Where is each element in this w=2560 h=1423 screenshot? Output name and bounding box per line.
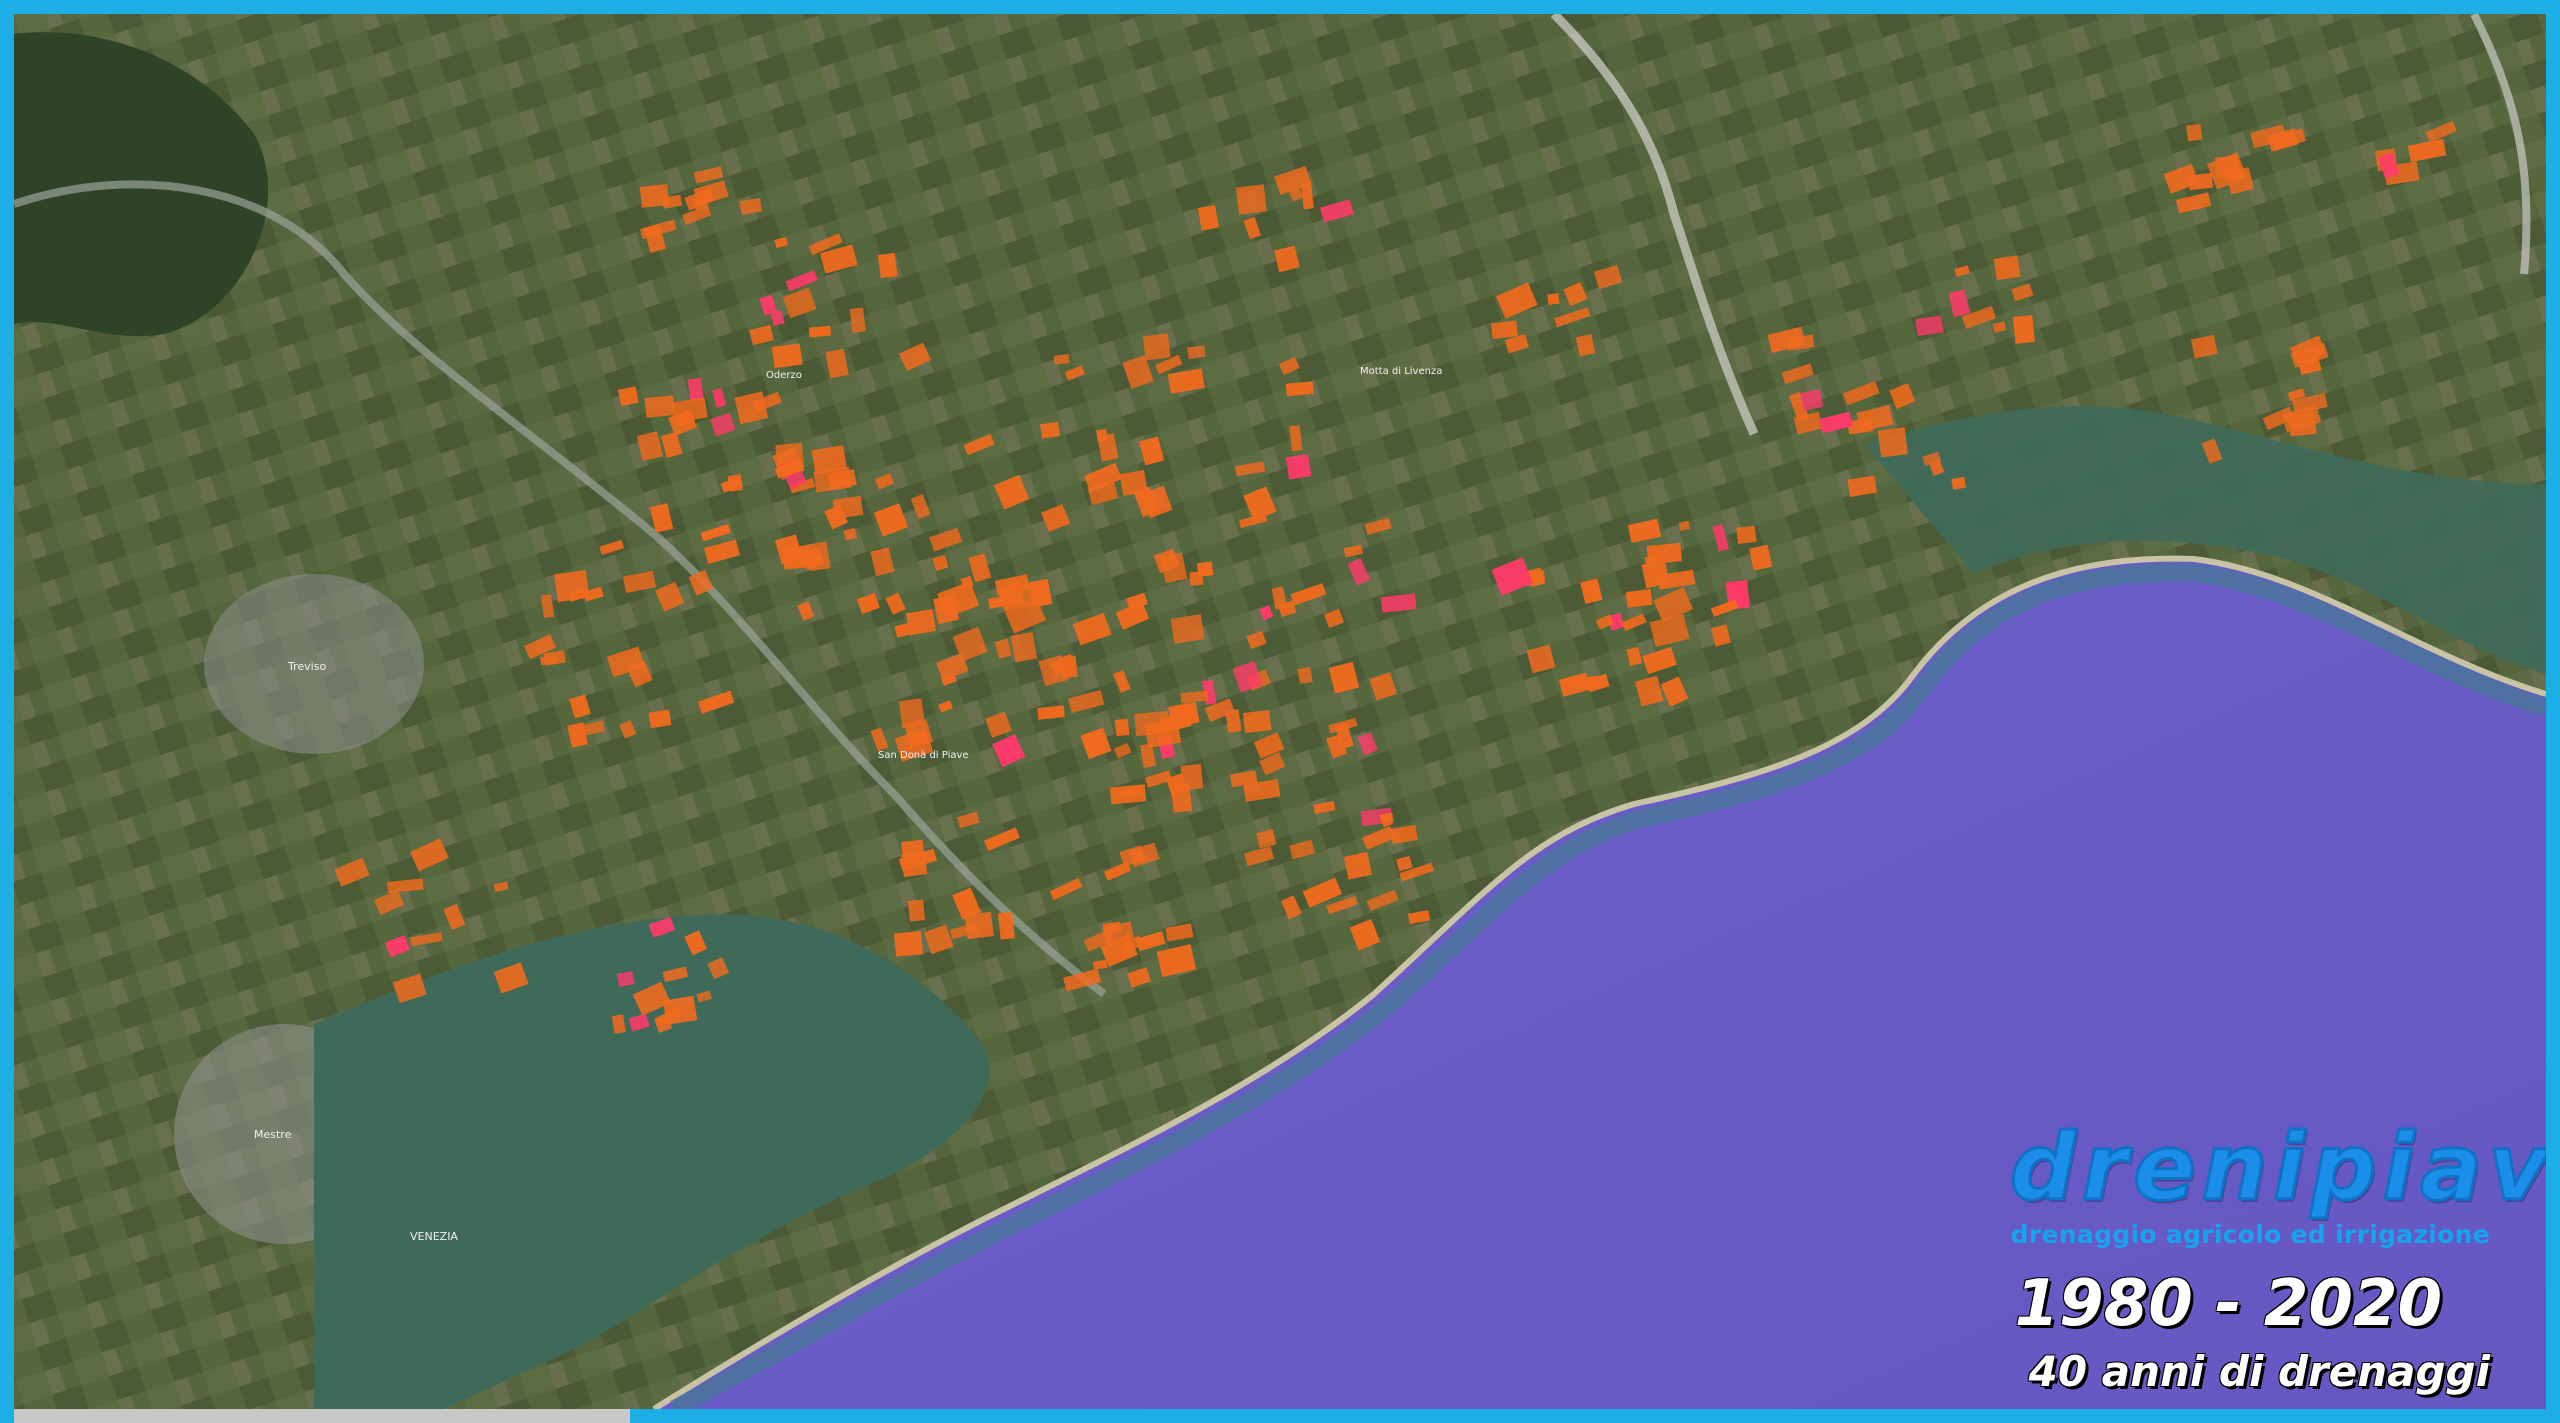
drainage-area-patch [908,899,925,922]
drainage-area-patch [1343,851,1373,880]
drainage-area-patch [808,325,832,338]
place-label-mestre: Mestre [254,1128,292,1141]
drainage-area-patch [1096,428,1108,442]
place-label-san-dona: San Donà di Piave [878,749,969,761]
drainage-area-patch [1119,470,1148,496]
drainage-area-patch [906,608,937,636]
drainage-area-patch [1039,421,1061,439]
drainage-area-patch [1114,718,1130,737]
drainage-area-patch [1170,614,1205,644]
drainage-area-patch [2012,315,2035,344]
place-label-venezia: VENEZIA [410,1230,458,1243]
drainage-area-patch [771,343,803,369]
place-label-treviso: Treviso [287,660,326,673]
drainage-area-patch [1142,333,1171,361]
drainage-area-patch [540,655,558,666]
horizontal-scrollbar[interactable] [14,1409,630,1423]
brand-tagline: drenaggio agricolo ed irrigazione [2010,1220,2490,1249]
years-range: 1980 - 2020 [2014,1267,2442,1341]
drainage-area-patch [1242,710,1272,734]
drainage-area-patch [1134,710,1171,737]
drainage-area-patch [1646,542,1682,565]
drainage-area-patch [2186,123,2203,142]
brand-panel: drenipiave drenaggio agricolo ed irrigaz… [2009,1114,2547,1396]
place-label-oderzo: Oderzo [766,370,802,381]
drainage-area-patch [617,386,639,407]
drainage-area-patch [644,395,676,418]
drainage-area-patch [1053,353,1070,365]
drainage-area-patch [1736,525,1757,544]
drainage-area-patch [1625,589,1653,608]
drainage-area-patch [894,931,924,957]
drainage-area-patch [901,839,925,864]
drainage-area-patch [964,911,994,940]
drainage-area-patch [1187,345,1206,360]
drainage-area-patch [1877,427,1908,458]
drainage-area-patch [648,709,672,729]
anniversary-subtitle: 40 anni di drenaggi [2028,1347,2490,1396]
place-label-motta: Motta di Livenza [1360,366,1442,377]
drainage-area-patch [1297,666,1313,685]
drainage-area-patch [1010,632,1038,663]
brand-logo: drenipiave [2009,1114,2547,1221]
drainage-area-patch [898,698,926,729]
drainage-area-patch [1993,255,2021,281]
drainage-area-patch [1285,381,1314,397]
drainage-area-patch [1235,184,1267,215]
drainage-area-patch [639,184,670,208]
drainage-area-patch [997,911,1015,940]
drainage-area-patch [1490,320,1519,340]
drainage-area-patch [1285,453,1312,480]
satellite-map[interactable]: Mestre VENEZIA Treviso Oderzo San Donà d… [14,14,2546,1409]
drainage-area-patch [877,252,898,279]
drainage-area-patch [1547,293,1560,305]
drainage-area-patch [1678,520,1690,531]
page-frame: Mestre VENEZIA Treviso Oderzo San Donà d… [0,0,2560,1423]
drainage-area-patch [1196,561,1214,577]
drainage-area-patch [811,445,847,475]
